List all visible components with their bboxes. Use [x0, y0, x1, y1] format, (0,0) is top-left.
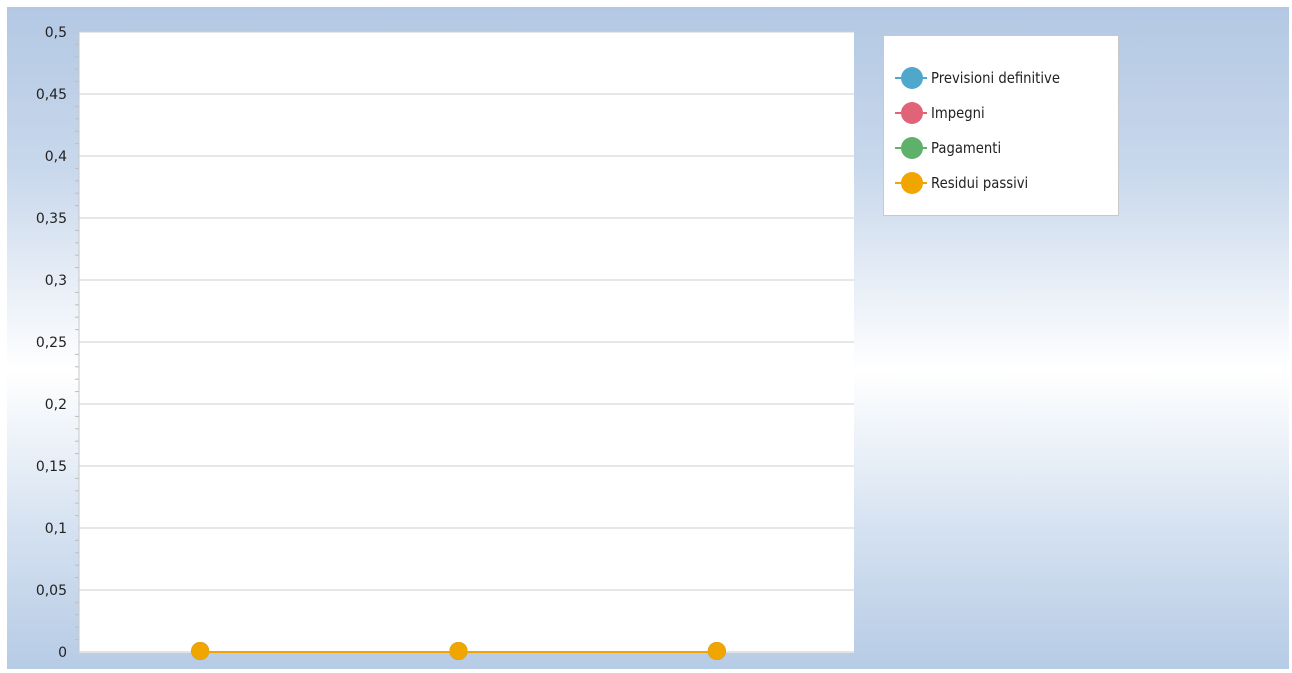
chart-frame: 0 0,05 0,1 0,15 0,2 0,25 0,3 0,35 0,4 0,45 0,5 Pre… — [7, 7, 1289, 669]
y-tick-label: 0,5 — [45, 25, 67, 41]
y-tick-label: 0,15 — [36, 459, 67, 475]
legend-marker-residui — [893, 171, 929, 195]
legend-item-pagamenti: Pagamenti — [893, 130, 1118, 165]
data-point — [191, 642, 210, 660]
legend-label-impegni: Impegni — [931, 103, 985, 122]
y-tick-label: 0,1 — [45, 521, 67, 537]
legend-marker-previsioni — [893, 66, 929, 90]
y-tick-label: 0,3 — [45, 273, 67, 289]
y-tick-label: 0,2 — [45, 397, 67, 413]
y-tick-label: 0,05 — [36, 583, 67, 599]
data-point — [707, 642, 726, 660]
y-tick-label: 0,4 — [45, 149, 67, 165]
legend-label-pagamenti: Pagamenti — [931, 138, 1002, 157]
legend-marker-pagamenti — [893, 136, 929, 160]
y-tick-label: 0,45 — [36, 87, 67, 103]
data-point — [449, 642, 468, 660]
legend: Previsioni definitive Impegni Pagamenti … — [883, 35, 1119, 216]
y-tick-label: 0,35 — [36, 211, 67, 227]
legend-marker-impegni — [893, 101, 929, 125]
legend-item-impegni: Impegni — [893, 95, 1118, 130]
legend-label-residui: Residui passivi — [931, 173, 1029, 192]
legend-item-residui: Residui passivi — [893, 165, 1118, 200]
y-tick-label: 0 — [58, 645, 67, 661]
y-tick-label: 0,25 — [36, 335, 67, 351]
legend-label-previsioni: Previsioni definitive — [931, 68, 1060, 87]
legend-item-previsioni: Previsioni definitive — [893, 60, 1118, 95]
